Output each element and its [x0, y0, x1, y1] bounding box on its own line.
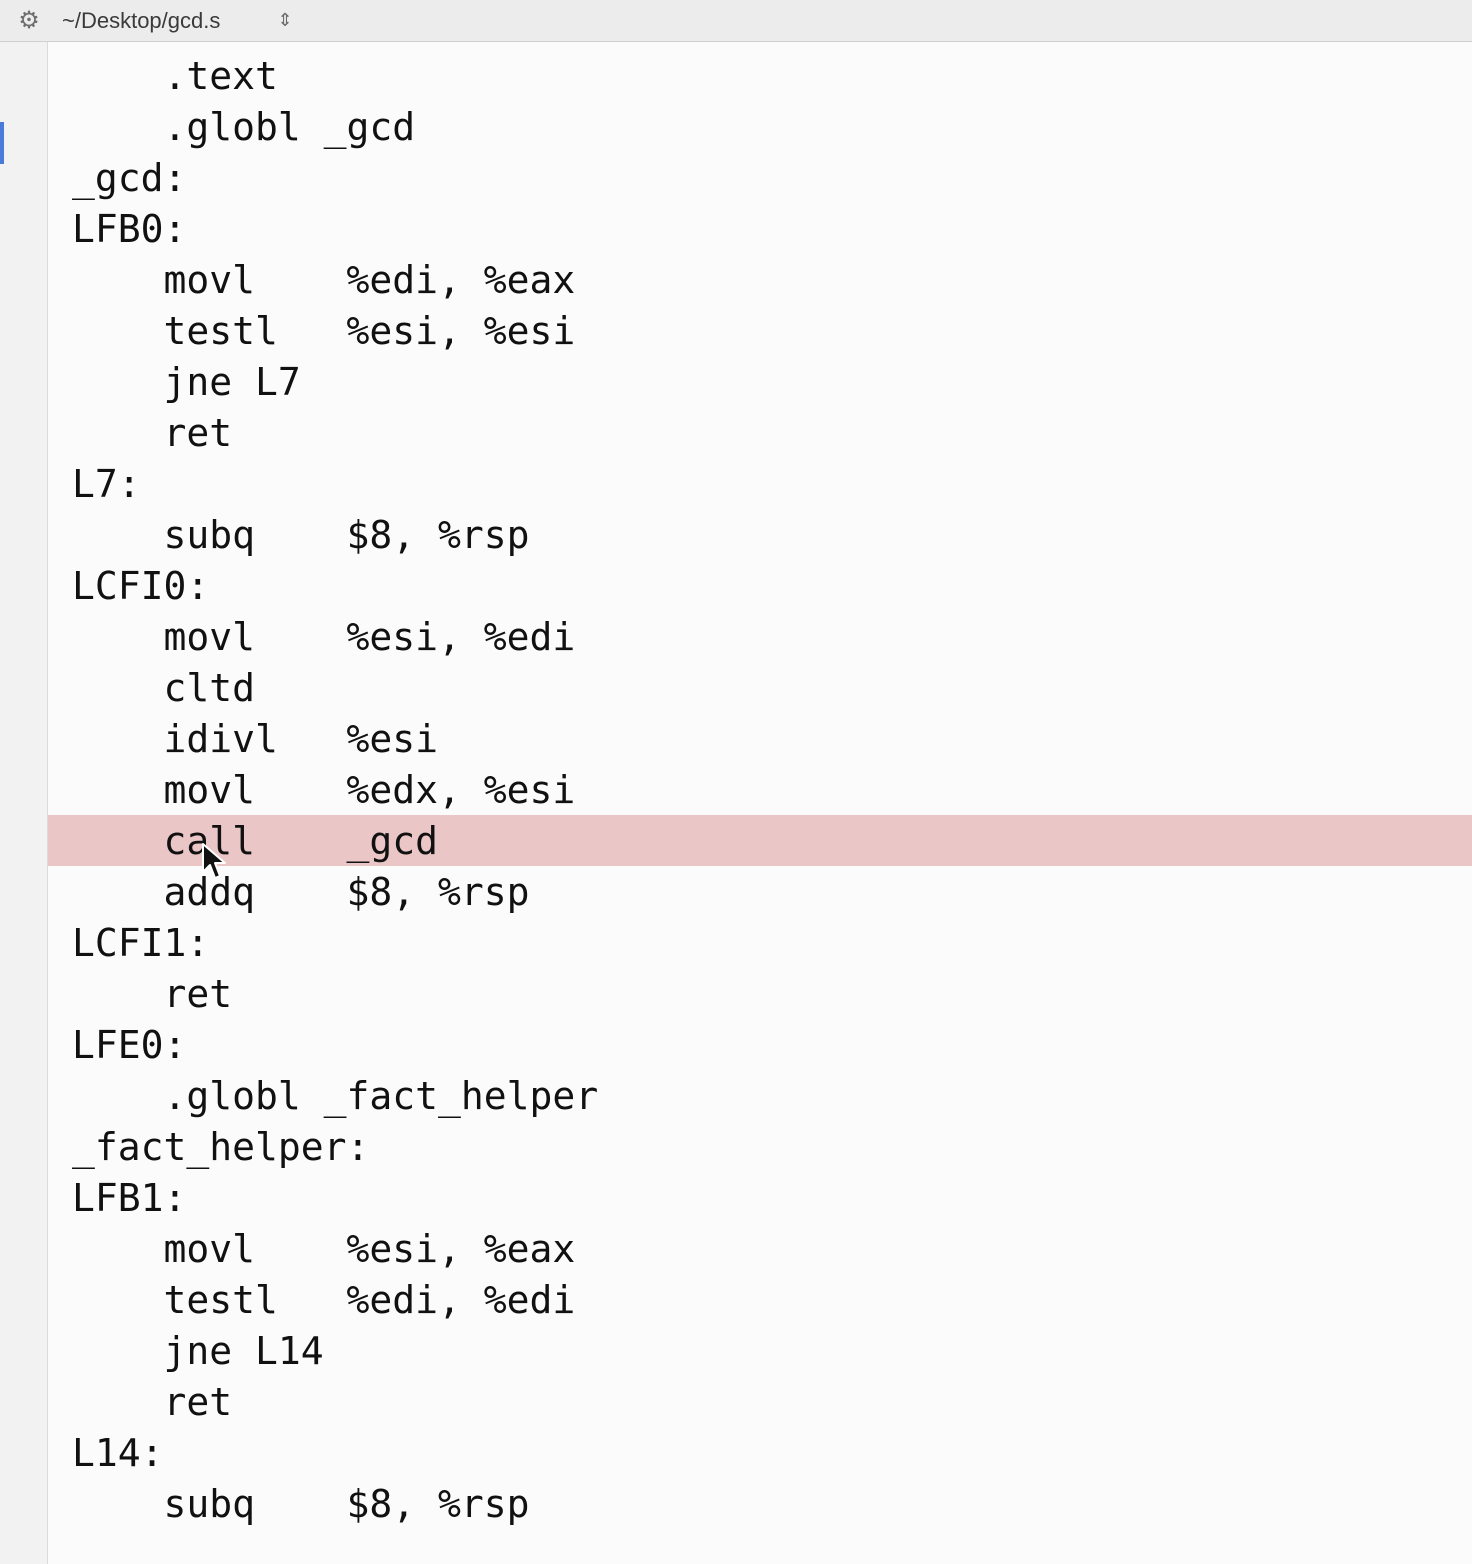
code-line[interactable]: movl %esi, %eax [48, 1223, 1472, 1274]
code-line[interactable]: LCFI0: [48, 560, 1472, 611]
code-line-text: LCFI1: [72, 921, 210, 965]
code-line[interactable]: LFB0: [48, 203, 1472, 254]
code-line[interactable]: ret [48, 407, 1472, 458]
code-line-text: addq $8, %rsp [72, 870, 530, 914]
file-path-label[interactable]: ~/Desktop/gcd.s [62, 7, 220, 35]
code-line-text: subq $8, %rsp [72, 513, 530, 557]
code-line-text: movl %esi, %edi [72, 615, 576, 659]
code-line[interactable]: .globl _gcd [48, 101, 1472, 152]
code-line[interactable]: movl %edi, %eax [48, 254, 1472, 305]
code-line-text: movl %esi, %eax [72, 1227, 576, 1271]
code-line-text: jne L14 [72, 1329, 324, 1373]
code-line-highlighted[interactable]: call _gcd [48, 815, 1472, 866]
code-line-text: call _gcd [72, 819, 439, 863]
code-line[interactable]: movl %esi, %edi [48, 611, 1472, 662]
code-line-text: _gcd: [72, 156, 187, 200]
code-line[interactable]: testl %edi, %edi [48, 1274, 1472, 1325]
code-line-text: LFE0: [72, 1023, 187, 1067]
code-line-text: ret [72, 972, 233, 1016]
code-line[interactable]: LFE0: [48, 1019, 1472, 1070]
code-line-text: ret [72, 411, 233, 455]
code-line[interactable]: L14: [48, 1427, 1472, 1478]
code-line[interactable]: jne L7 [48, 356, 1472, 407]
code-line[interactable]: testl %esi, %esi [48, 305, 1472, 356]
code-line-text: .globl _fact_helper [72, 1074, 599, 1118]
code-line-text: .text [72, 54, 278, 98]
code-line-text: movl %edx, %esi [72, 768, 576, 812]
code-line-text: subq $8, %rsp [72, 1482, 530, 1526]
code-line-text: .globl _gcd [72, 105, 416, 149]
editor-gutter [0, 42, 48, 1564]
code-line-text: LCFI0: [72, 564, 210, 608]
code-line-text: idivl %esi [72, 717, 439, 761]
code-line-text: L7: [72, 462, 141, 506]
code-line[interactable]: ret [48, 1376, 1472, 1427]
code-line-text: _fact_helper: [72, 1125, 370, 1169]
code-line[interactable]: idivl %esi [48, 713, 1472, 764]
code-line[interactable]: .text [48, 50, 1472, 101]
gear-icon[interactable]: ⚙ [16, 6, 42, 34]
gutter-marker [0, 122, 4, 164]
code-line[interactable]: movl %edx, %esi [48, 764, 1472, 815]
code-line[interactable]: L7: [48, 458, 1472, 509]
code-line[interactable]: .globl _fact_helper [48, 1070, 1472, 1121]
code-line-text: cltd [72, 666, 256, 710]
code-line[interactable]: ret [48, 968, 1472, 1019]
code-line-text: jne L7 [72, 360, 301, 404]
code-line[interactable]: addq $8, %rsp [48, 866, 1472, 917]
code-line-text: L14: [72, 1431, 164, 1475]
window-titlebar: ⚙ ~/Desktop/gcd.s ⇕ [0, 0, 1472, 42]
code-line[interactable]: subq $8, %rsp [48, 1478, 1472, 1529]
code-line-text: LFB0: [72, 207, 187, 251]
code-line[interactable]: cltd [48, 662, 1472, 713]
code-line-text: ret [72, 1380, 233, 1424]
code-line-text: testl %edi, %edi [72, 1278, 576, 1322]
code-line[interactable]: _gcd: [48, 152, 1472, 203]
chevron-up-down-icon[interactable]: ⇕ [276, 7, 294, 35]
code-line[interactable]: subq $8, %rsp [48, 509, 1472, 560]
code-line-text: movl %edi, %eax [72, 258, 576, 302]
code-line[interactable]: LFB1: [48, 1172, 1472, 1223]
code-line[interactable]: LCFI1: [48, 917, 1472, 968]
code-line-text: LFB1: [72, 1176, 187, 1220]
code-line-text: testl %esi, %esi [72, 309, 576, 353]
code-line[interactable]: _fact_helper: [48, 1121, 1472, 1172]
mouse-pointer-icon [202, 843, 226, 879]
code-line[interactable]: jne L14 [48, 1325, 1472, 1376]
code-editor[interactable]: .text .globl _gcd _gcd: LFB0: movl %edi, %… [48, 42, 1472, 1564]
